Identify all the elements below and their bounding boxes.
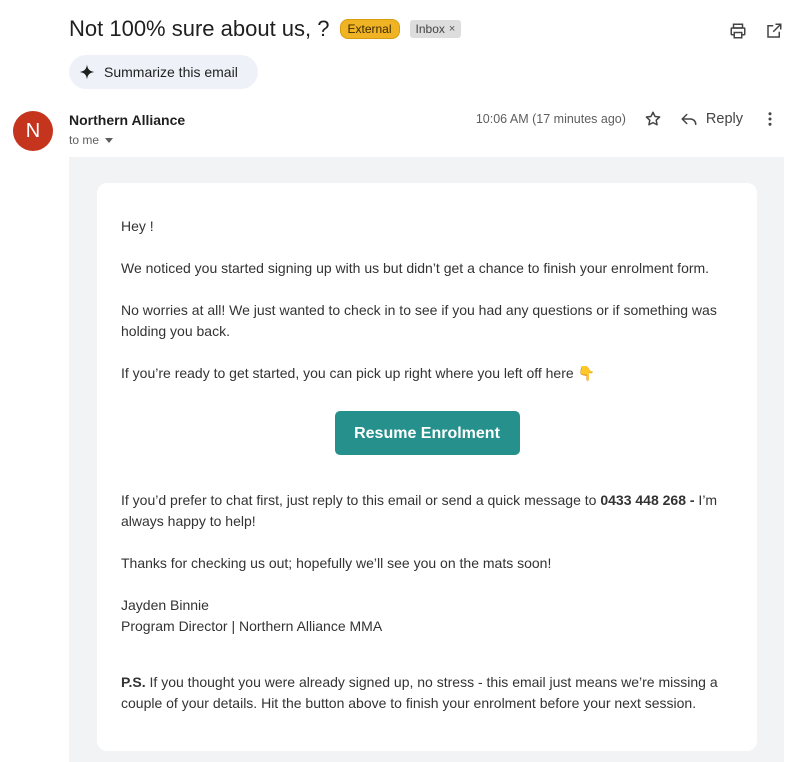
ps-label: P.S. xyxy=(121,674,146,690)
star-icon[interactable] xyxy=(644,110,662,128)
reply-icon xyxy=(681,113,697,125)
paragraph-1: We noticed you started signing up with u… xyxy=(121,260,710,276)
p4-before: If you’d prefer to chat first, just repl… xyxy=(121,492,601,508)
open-in-new-icon[interactable] xyxy=(765,22,783,40)
message-actions: 10:06 AM (17 minutes ago) Reply xyxy=(476,110,779,128)
signature: Jayden Binnie Program Director | Northern… xyxy=(121,595,733,637)
remove-label-icon[interactable]: × xyxy=(449,23,455,35)
paragraph-2: No worries at all! We just wanted to che… xyxy=(121,302,717,339)
resume-enrolment-button[interactable]: Resume Enrolment xyxy=(334,411,520,455)
greeting: Hey ! xyxy=(121,218,154,234)
inbox-label-text: Inbox xyxy=(415,22,445,36)
reply-button[interactable]: Reply xyxy=(680,110,743,128)
signature-name: Jayden Binnie xyxy=(121,597,209,613)
postscript: P.S. If you thought you were already sig… xyxy=(121,672,733,714)
cta-wrapper: Resume Enrolment xyxy=(121,411,733,455)
paragraph-4: If you’d prefer to chat first, just repl… xyxy=(121,490,733,532)
recipient-dropdown[interactable]: to me xyxy=(69,133,114,147)
summarize-email-button[interactable]: Summarize this email xyxy=(69,55,258,89)
external-badge: External xyxy=(339,19,400,39)
top-toolbar xyxy=(729,22,783,40)
inbox-label-chip[interactable]: Inbox × xyxy=(409,20,462,38)
phone-number: 0433 448 268 - xyxy=(600,492,695,508)
summarize-label: Summarize this email xyxy=(104,64,238,80)
subject-row: Not 100% sure about us, ? External Inbox… xyxy=(69,16,462,42)
more-options-icon[interactable] xyxy=(761,110,779,128)
chevron-down-icon xyxy=(105,137,114,143)
paragraph-3: If you’re ready to get started, you can … xyxy=(121,365,595,381)
recipient-label: to me xyxy=(69,133,100,147)
printer-icon[interactable] xyxy=(729,22,747,40)
email-body-card: Hey ! We noticed you started signing up … xyxy=(97,183,757,751)
email-subject: Not 100% sure about us, ? xyxy=(69,16,330,41)
paragraph-5: Thanks for checking us out; hopefully we… xyxy=(121,555,552,571)
sender-avatar[interactable]: N xyxy=(13,111,53,151)
reply-label: Reply xyxy=(705,111,743,127)
message-timestamp: 10:06 AM (17 minutes ago) xyxy=(475,112,626,126)
ps-text: If you thought you were already signed u… xyxy=(121,674,718,711)
signature-title: Program Director | Northern Alliance MMA xyxy=(121,618,383,634)
sender-name[interactable]: Northern Alliance xyxy=(69,112,185,128)
sparkle-icon xyxy=(79,64,95,80)
